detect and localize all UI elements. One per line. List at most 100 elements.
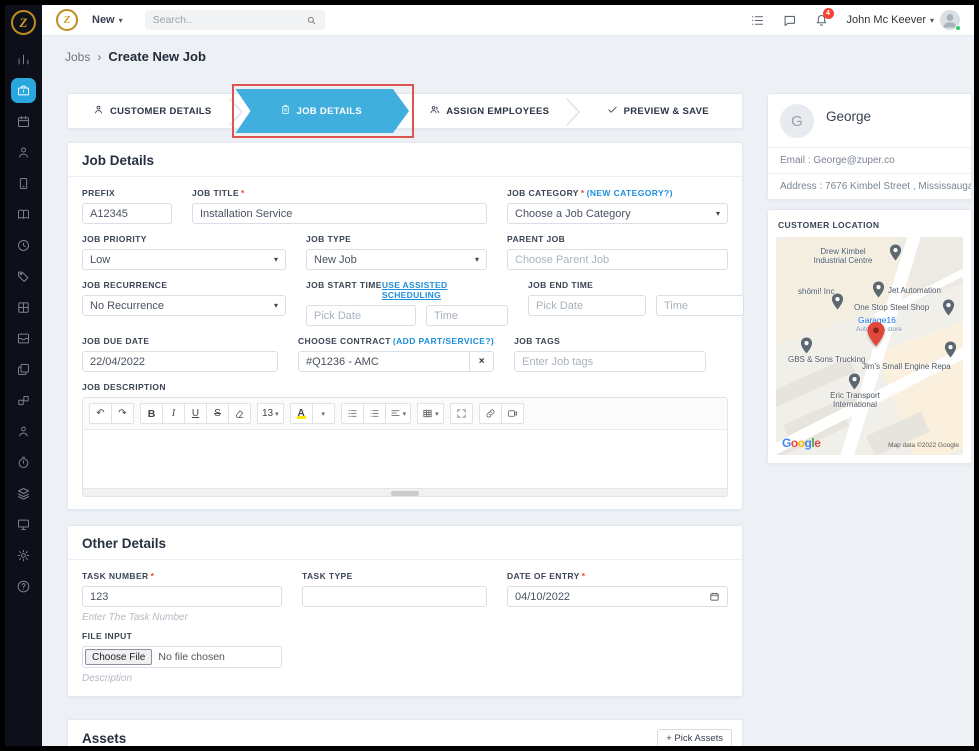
sidebar-item-teams[interactable] [11,419,36,444]
table-dropdown[interactable]: ▾ [417,403,444,424]
editor-horizontal-scrollbar[interactable] [83,488,727,496]
sidebar-item-analytics[interactable] [11,47,36,72]
eraser-icon [234,408,245,419]
new-button[interactable]: New ▾ [92,14,123,26]
google-map[interactable]: Drew Kimbel Industrial Centre shōmi! Inc… [776,237,963,455]
font-color-dropdown[interactable]: ▾ [312,403,335,424]
search-box[interactable] [145,10,325,30]
step-job-details[interactable]: JOB DETAILS [237,94,406,128]
sidebar-item-devices[interactable] [11,171,36,196]
chat-bubble-icon [782,13,797,28]
ordered-list-button[interactable] [341,403,364,424]
sidebar-item-assets[interactable] [11,481,36,506]
search-icon[interactable] [306,15,317,26]
assisted-scheduling-link[interactable]: USE ASSISTED SCHEDULING [382,280,508,300]
monitor-icon [16,517,31,532]
chevron-down-icon: ▾ [475,255,479,264]
contract-input[interactable] [298,351,470,372]
fullscreen-button[interactable] [450,403,473,424]
sidebar-item-parts[interactable] [11,388,36,413]
person-icon [93,104,104,115]
bold-button[interactable]: B [140,403,163,424]
job-description-input[interactable] [83,430,727,488]
google-logo[interactable]: Google [782,436,820,450]
job-title-input[interactable] [192,203,487,224]
end-time-input[interactable] [656,295,744,316]
start-time-input[interactable] [426,305,508,326]
insert-link-button[interactable] [479,403,502,424]
parent-job-input[interactable] [507,249,728,270]
copy-icon [16,362,31,377]
file-input[interactable]: Choose File No file chosen [82,646,282,668]
undo-button[interactable]: ↶ [89,403,112,424]
notifications-button[interactable]: 4 [809,13,835,28]
pick-assets-button[interactable]: + Pick Assets [657,729,732,748]
activity-list-button[interactable] [745,13,771,28]
bullet-list-button[interactable] [363,403,386,424]
underline-button[interactable]: U [184,403,207,424]
job-priority-select[interactable]: Low▾ [82,249,286,270]
search-input[interactable] [153,14,306,26]
user-menu[interactable]: John Mc Keever ▾ [847,14,935,26]
clear-contract-button[interactable]: × [470,351,494,372]
customer-location-title: CUSTOMER LOCATION [778,220,963,230]
choose-file-button[interactable]: Choose File [85,649,152,665]
sidebar-item-service-map[interactable] [11,202,36,227]
list-icon [750,13,765,28]
align-left-icon [390,408,401,419]
breadcrumb-jobs[interactable]: Jobs [65,50,90,64]
sidebar-item-customers[interactable] [11,140,36,165]
date-of-entry-input[interactable]: 04/10/2022 [507,586,728,607]
address-label: Address : [780,181,822,192]
zuper-logo[interactable]: Z [11,10,36,35]
paragraph-align-dropdown[interactable]: ▾ [385,403,412,424]
step-preview-save[interactable]: PREVIEW & SAVE [574,94,743,128]
new-category-link[interactable]: (NEW CATEGORY?) [587,188,673,198]
sidebar-item-archive[interactable] [11,326,36,351]
brand-logo[interactable]: Z [56,9,78,31]
email-label: Email : [780,155,811,166]
sidebar-item-help[interactable] [11,574,36,599]
grid-icon [16,300,31,315]
avatar[interactable] [940,10,960,30]
customer-name: George [826,109,871,138]
job-tags-input[interactable] [514,351,706,372]
breadcrumb-separator: › [97,50,101,64]
prefix-label: PREFIX [82,188,172,198]
chat-button[interactable] [777,13,803,28]
sidebar-item-documents[interactable] [11,357,36,382]
sidebar-item-tags[interactable] [11,264,36,289]
sidebar-item-time-off[interactable] [11,233,36,258]
end-date-input[interactable] [528,295,646,316]
calendar-icon[interactable] [709,591,720,602]
job-type-select[interactable]: New Job▾ [306,249,487,270]
ordered-list-icon [347,408,358,419]
step-customer-details[interactable]: CUSTOMER DETAILS [68,94,237,128]
sidebar-item-calendar[interactable] [11,109,36,134]
font-size-dropdown[interactable]: 13▾ [257,403,284,424]
strikethrough-button[interactable]: S [206,403,229,424]
sidebar-item-display[interactable] [11,512,36,537]
map-pin-gbs [800,337,813,354]
font-color-button[interactable]: A [290,403,313,424]
sidebar-item-modules[interactable] [11,295,36,320]
job-due-date-input[interactable] [82,351,278,372]
start-date-input[interactable] [306,305,416,326]
job-category-select[interactable]: Choose a Job Category▾ [507,203,728,224]
sidebar-item-settings[interactable] [11,543,36,568]
add-part-service-link[interactable]: (ADD PART/SERVICE?) [393,336,494,346]
task-number-input[interactable] [82,586,282,607]
no-file-chosen-text: No file chosen [158,651,225,663]
map-label: Jet Automation [888,286,941,295]
task-type-input[interactable] [302,586,487,607]
italic-button[interactable]: I [162,403,185,424]
insert-video-button[interactable] [501,403,524,424]
scrollbar-thumb[interactable] [391,491,419,496]
prefix-input[interactable] [82,203,172,224]
redo-button[interactable]: ↷ [111,403,134,424]
job-recurrence-select[interactable]: No Recurrence▾ [82,295,286,316]
sidebar-item-timesheets[interactable] [11,450,36,475]
clear-format-button[interactable] [228,403,251,424]
sidebar-item-jobs[interactable] [11,78,36,103]
step-assign-employees[interactable]: ASSIGN EMPLOYEES [405,94,574,128]
